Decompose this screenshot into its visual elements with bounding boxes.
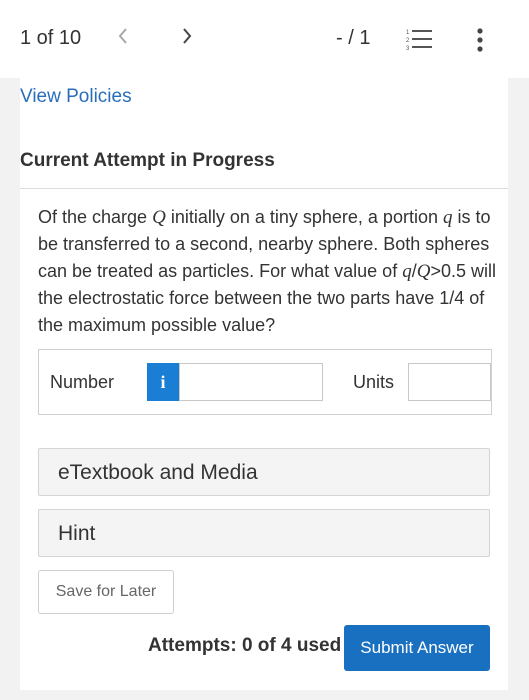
variable-q: q bbox=[402, 261, 412, 282]
info-icon[interactable]: i bbox=[147, 363, 179, 401]
top-toolbar: 1 of 10 - / 1 1 2 3 bbox=[0, 0, 529, 78]
svg-text:2: 2 bbox=[406, 38, 410, 44]
submit-answer-button[interactable]: Submit Answer bbox=[344, 625, 490, 671]
units-input[interactable] bbox=[408, 363, 491, 401]
answer-box: Number i Units bbox=[38, 349, 492, 415]
units-label: Units bbox=[353, 372, 395, 392]
save-for-later-button[interactable]: Save for Later bbox=[38, 570, 174, 614]
chevron-right-icon bbox=[183, 28, 192, 44]
question-text-part: initially on a tiny sphere, a portion bbox=[165, 207, 443, 227]
chevron-left-icon bbox=[118, 28, 127, 44]
svg-text:3: 3 bbox=[406, 46, 410, 51]
hint-button[interactable]: Hint bbox=[38, 509, 490, 557]
divider bbox=[20, 188, 508, 189]
attempts-counter: Attempts: 0 of 4 used bbox=[148, 635, 342, 656]
question-text: Of the charge Q initially on a tiny sphe… bbox=[38, 204, 498, 339]
svg-text:1: 1 bbox=[406, 30, 410, 36]
question-text-part: Of the charge bbox=[38, 207, 153, 227]
number-label: Number bbox=[50, 372, 115, 392]
previous-question-button[interactable] bbox=[116, 25, 130, 53]
next-question-button[interactable] bbox=[180, 25, 194, 53]
view-policies-link[interactable]: View Policies bbox=[20, 86, 132, 108]
page-count: 1 of 10 bbox=[20, 27, 82, 49]
hint-label: Hint bbox=[58, 522, 96, 545]
question-list-button[interactable]: 1 2 3 bbox=[406, 27, 434, 52]
score-display: - / 1 bbox=[336, 27, 371, 49]
attempt-heading: Current Attempt in Progress bbox=[20, 150, 275, 171]
etextbook-media-label: eTextbook and Media bbox=[58, 461, 258, 484]
number-input[interactable] bbox=[179, 363, 323, 401]
more-options-button[interactable] bbox=[470, 27, 490, 53]
more-vertical-icon bbox=[477, 28, 483, 52]
etextbook-media-button[interactable]: eTextbook and Media bbox=[38, 448, 490, 496]
list-icon: 1 2 3 bbox=[406, 30, 432, 52]
variable-Q: Q bbox=[152, 207, 166, 228]
variable-Q: Q bbox=[416, 261, 431, 282]
question-panel: View Policies Current Attempt in Progres… bbox=[20, 78, 508, 690]
